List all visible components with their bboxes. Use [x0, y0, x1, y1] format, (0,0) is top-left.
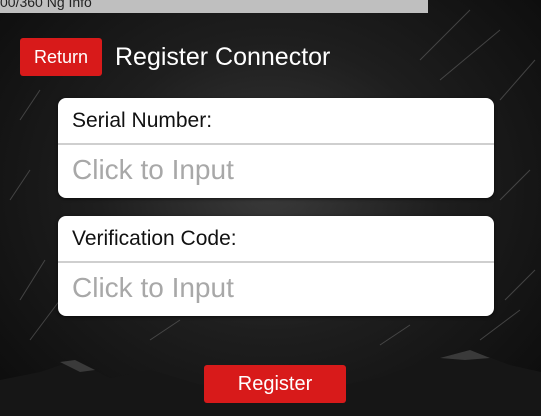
serial-number-card: Serial Number: — [58, 98, 494, 198]
serial-number-input[interactable] — [72, 150, 480, 190]
verification-code-label: Verification Code: — [72, 227, 237, 250]
register-button[interactable]: Register — [204, 365, 346, 403]
status-bar-text: 00/360 Ng Info — [0, 0, 92, 10]
page-title: Register Connector — [115, 43, 331, 71]
app-screen: 00/360 Ng Info Return Register Connector… — [0, 0, 541, 416]
status-bar: 00/360 Ng Info — [0, 0, 428, 13]
divider — [58, 261, 494, 263]
verification-code-card: Verification Code: — [58, 216, 494, 316]
verification-code-input[interactable] — [72, 268, 480, 308]
divider — [58, 143, 494, 145]
serial-number-label: Serial Number: — [72, 109, 213, 132]
return-button[interactable]: Return — [20, 38, 102, 76]
